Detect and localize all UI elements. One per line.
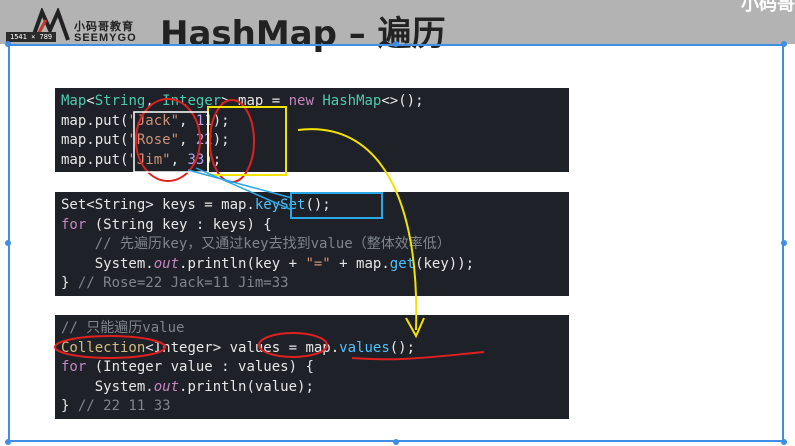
resize-handle-top-left[interactable] (5, 41, 11, 47)
resize-handle-bottom-left[interactable] (5, 439, 11, 445)
code-line: map.put("Jack", 11); (61, 112, 230, 129)
code-line: map.put("Jim", 33); (61, 151, 222, 168)
code-line: map.put("Rose", 22); (61, 132, 230, 148)
corner-watermark: 小码哥 (741, 0, 795, 15)
logo-english-text: SEEMYGO (74, 32, 137, 44)
resize-handle-top-right[interactable] (781, 41, 787, 47)
code-block-keyset: Set<String> keys = map.keySet(); for (St… (55, 192, 569, 296)
code-block-values: // 只能遍历value Collection<Integer> values … (55, 315, 569, 419)
resize-handle-bottom-right[interactable] (781, 439, 787, 445)
resize-handle-middle-right[interactable] (781, 240, 787, 246)
code-block-hashmap-put: Map<String, Integer> map = new HashMap<>… (55, 88, 569, 172)
resize-handle-middle-left[interactable] (5, 240, 11, 246)
dimension-badge: 1541 × 789 (6, 32, 57, 42)
resize-handle-top-center[interactable] (393, 41, 399, 47)
slide-header-bar: 小码哥教育 SEEMYGO HashMap – 遍历 小码哥 (0, 0, 795, 54)
resize-handle-bottom-center[interactable] (393, 439, 399, 445)
